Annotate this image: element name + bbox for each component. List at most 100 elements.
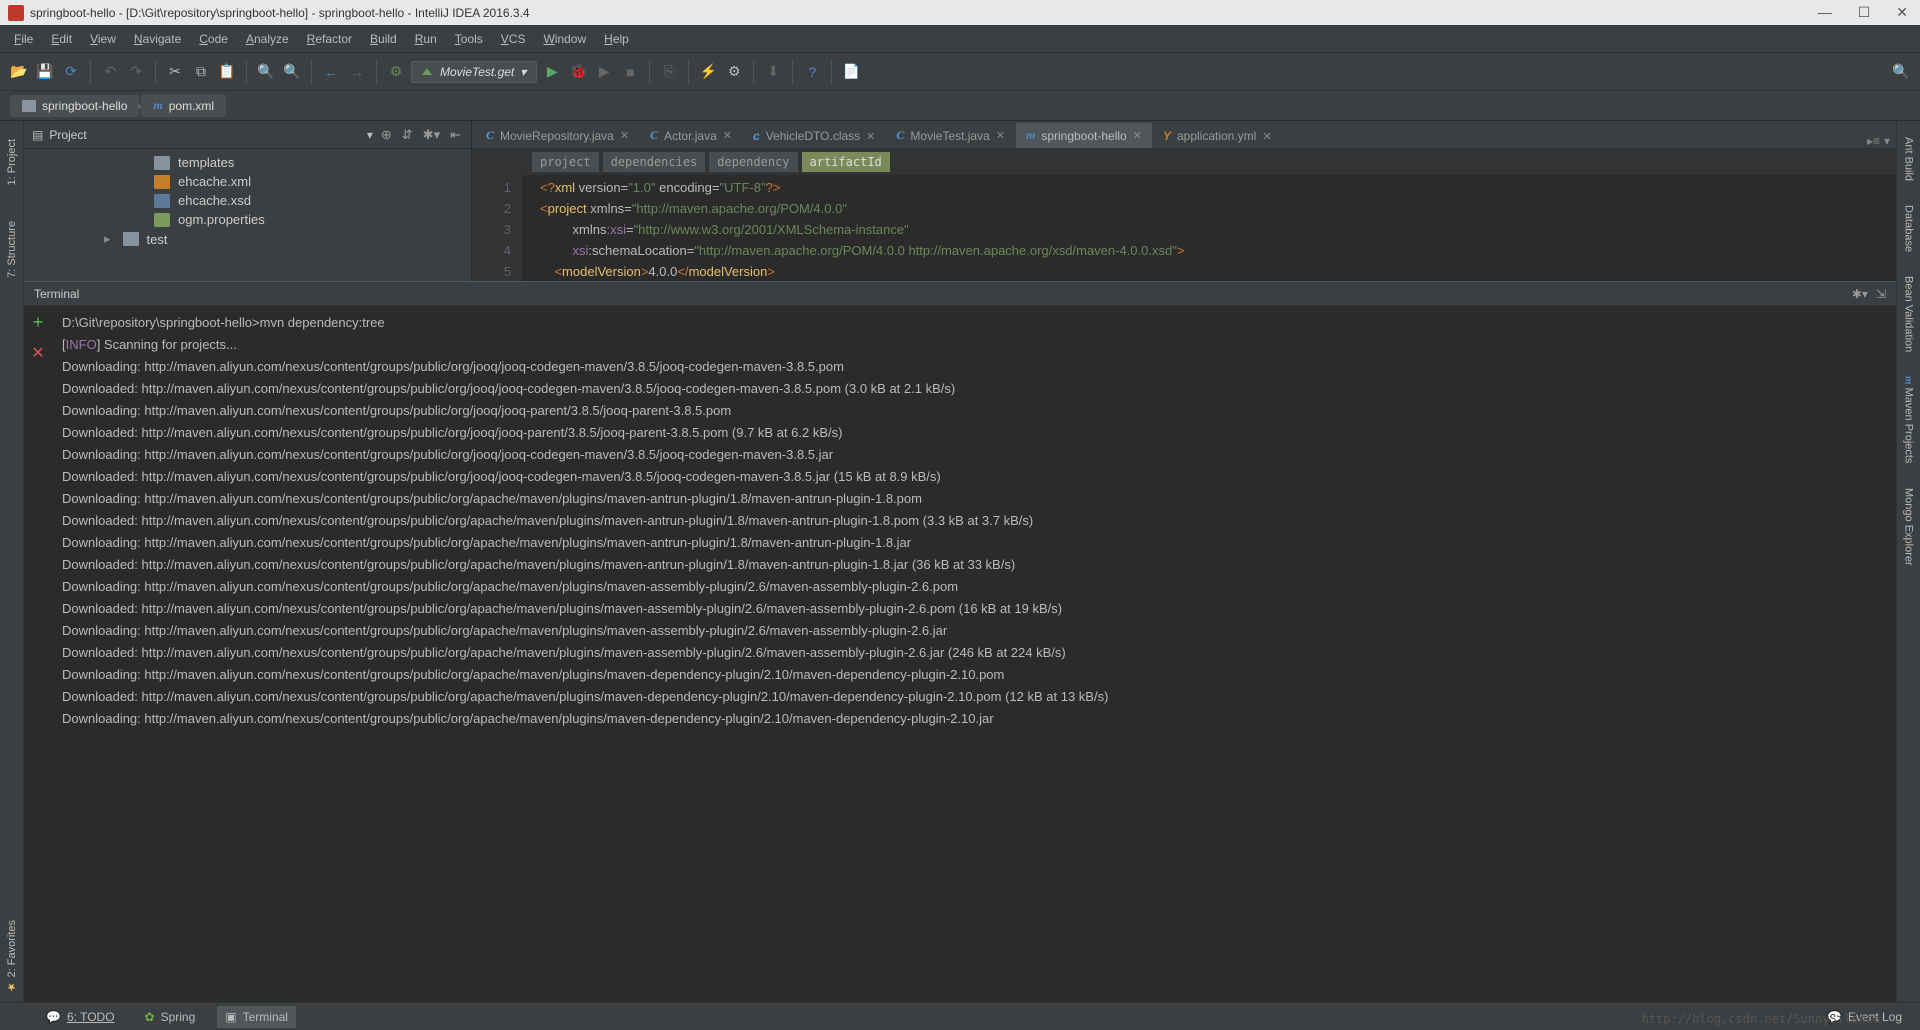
editor-crumb[interactable]: project — [532, 152, 599, 172]
paste-icon[interactable]: 📋 — [216, 61, 238, 83]
menu-window[interactable]: Window — [535, 28, 594, 50]
redo-icon[interactable]: ↷ — [125, 61, 147, 83]
collapse-icon[interactable]: ⇵ — [400, 127, 415, 143]
code-editor[interactable]: 12345 <?xml version="1.0" encoding="UTF-… — [472, 175, 1896, 281]
right-tool-database[interactable]: Database — [1901, 199, 1917, 258]
coverage-icon[interactable]: ▶ — [593, 61, 615, 83]
editor-crumb[interactable]: dependency — [709, 152, 797, 172]
code-lines[interactable]: <?xml version="1.0" encoding="UTF-8"?> <… — [522, 175, 1896, 281]
sync-icon[interactable]: ⟳ — [60, 61, 82, 83]
undo-icon[interactable]: ↶ — [99, 61, 121, 83]
terminal-header[interactable]: Terminal ✱▾ ⇲ — [24, 282, 1896, 306]
minimize-button[interactable]: — — [1814, 4, 1836, 21]
editor-crumb[interactable]: artifactId — [802, 152, 890, 172]
close-tab-icon[interactable]: ✕ — [866, 130, 875, 143]
save-icon[interactable]: 💾 — [34, 61, 56, 83]
breadcrumb-file[interactable]: m pom.xml — [141, 94, 226, 117]
menu-analyze[interactable]: Analyze — [238, 28, 297, 50]
forward-icon[interactable]: → — [346, 61, 368, 83]
tabs-menu-icon[interactable]: ▸≡ — [1867, 134, 1880, 148]
structure-icon[interactable]: ⚡ — [697, 61, 719, 83]
project-panel-title: Project — [49, 128, 360, 142]
tree-item[interactable]: templates — [24, 153, 471, 172]
settings-icon[interactable]: ⚙ — [723, 61, 745, 83]
menu-view[interactable]: View — [82, 28, 124, 50]
editor-tab[interactable]: CActor.java✕ — [640, 123, 743, 148]
open-icon[interactable]: 📂 — [8, 61, 30, 83]
tree-item[interactable]: ehcache.xml — [24, 172, 471, 191]
left-tool-project[interactable]: 1: Project — [4, 131, 20, 193]
action-icon[interactable]: ⬇ — [762, 61, 784, 83]
project-panel: ▤ Project ▾ ⊕ ⇵ ✱▾ ⇤ templatesehcache.xm… — [24, 121, 472, 281]
search-everywhere-icon[interactable]: 🔍 — [1890, 61, 1912, 83]
build-icon[interactable]: ⚙ — [385, 61, 407, 83]
gear-icon[interactable]: ✱▾ — [1852, 287, 1868, 301]
dropdown-icon[interactable]: ▾ — [367, 128, 373, 142]
target-icon[interactable]: ⊕ — [379, 127, 394, 143]
run-icon[interactable]: ▶ — [541, 61, 563, 83]
menu-run[interactable]: Run — [407, 28, 445, 50]
right-tool-maven[interactable]: m Maven Projects — [1901, 370, 1917, 469]
window-title: springboot-hello - [D:\Git\repository\sp… — [30, 6, 1814, 20]
bottom-todo[interactable]: 💬6: TODO — [38, 1006, 123, 1028]
close-tab-icon[interactable]: ✕ — [723, 129, 732, 142]
menu-refactor[interactable]: Refactor — [299, 28, 360, 50]
editor-crumb[interactable]: dependencies — [603, 152, 706, 172]
maximize-button[interactable]: ☐ — [1854, 4, 1875, 21]
crumb-label: pom.xml — [169, 99, 214, 113]
menu-help[interactable]: Help — [596, 28, 637, 50]
menu-file[interactable]: File — [6, 28, 41, 50]
close-tab-icon[interactable]: ✕ — [1262, 130, 1271, 143]
close-tab-icon[interactable]: ✕ — [620, 129, 629, 142]
editor-tab[interactable]: CMovieRepository.java✕ — [476, 123, 640, 148]
debug-icon[interactable]: 🐞 — [567, 61, 589, 83]
bottom-terminal[interactable]: ▣Terminal — [217, 1006, 296, 1028]
vcs-icon[interactable]: ⎘ — [658, 61, 680, 83]
menu-edit[interactable]: Edit — [43, 28, 80, 50]
stop-icon[interactable]: ■ — [619, 61, 641, 83]
menu-navigate[interactable]: Navigate — [126, 28, 189, 50]
menu-code[interactable]: Code — [191, 28, 236, 50]
project-tree[interactable]: templatesehcache.xmlehcache.xsdogm.prope… — [24, 149, 471, 281]
menu-build[interactable]: Build — [362, 28, 405, 50]
right-tool-bean[interactable]: Bean Validation — [1901, 270, 1917, 358]
tree-item[interactable]: ogm.properties — [24, 210, 471, 229]
right-tool-strip: Ant Build Database Bean Validation m Mav… — [1896, 121, 1920, 1002]
dropdown-icon: ▾ — [520, 65, 526, 79]
tree-item[interactable]: ▸test — [24, 229, 471, 249]
close-tab-icon[interactable]: ✕ — [1133, 129, 1142, 142]
close-button[interactable]: ✕ — [1892, 4, 1912, 21]
misc-icon[interactable]: 📄 — [840, 61, 862, 83]
editor-tab[interactable]: Yapplication.yml✕ — [1153, 124, 1283, 148]
close-terminal-icon[interactable]: ✕ — [31, 343, 44, 363]
find-icon[interactable]: 🔍 — [255, 61, 277, 83]
right-tool-ant[interactable]: Ant Build — [1901, 131, 1917, 187]
file-type-icon: C — [486, 128, 494, 143]
nav-bar: springboot-hello m pom.xml — [0, 91, 1920, 121]
breadcrumb-project[interactable]: springboot-hello — [10, 95, 139, 117]
back-icon[interactable]: ← — [320, 61, 342, 83]
editor-tab[interactable]: cVehicleDTO.class✕ — [743, 124, 886, 148]
tabs-list-icon[interactable]: ▾ — [1884, 134, 1890, 148]
replace-icon[interactable]: 🔍 — [281, 61, 303, 83]
menu-tools[interactable]: Tools — [447, 28, 491, 50]
separator — [246, 61, 247, 83]
hide-icon[interactable]: ⇤ — [448, 127, 463, 143]
gear-icon[interactable]: ✱▾ — [421, 127, 442, 143]
cut-icon[interactable]: ✂ — [164, 61, 186, 83]
help-icon[interactable]: ? — [801, 61, 823, 83]
add-terminal-icon[interactable]: + — [33, 312, 44, 333]
bottom-spring[interactable]: ✿Spring — [137, 1006, 204, 1028]
close-tab-icon[interactable]: ✕ — [996, 129, 1005, 142]
copy-icon[interactable]: ⧉ — [190, 61, 212, 83]
menu-vcs[interactable]: VCS — [493, 28, 534, 50]
editor-tab[interactable]: mspringboot-hello✕ — [1016, 123, 1153, 148]
tree-item[interactable]: ehcache.xsd — [24, 191, 471, 210]
left-tool-structure[interactable]: 7: Structure — [4, 213, 20, 286]
right-tool-mongo[interactable]: Mongo Explorer — [1901, 482, 1917, 572]
terminal-output[interactable]: D:\Git\repository\springboot-hello>mvn d… — [52, 306, 1896, 1002]
editor-tab[interactable]: CMovieTest.java✕ — [886, 123, 1016, 148]
left-tool-favorites[interactable]: ★ 2: Favorites — [3, 912, 20, 1002]
hide-icon[interactable]: ⇲ — [1876, 287, 1886, 301]
run-config-selector[interactable]: MovieTest.get ▾ — [411, 61, 537, 83]
